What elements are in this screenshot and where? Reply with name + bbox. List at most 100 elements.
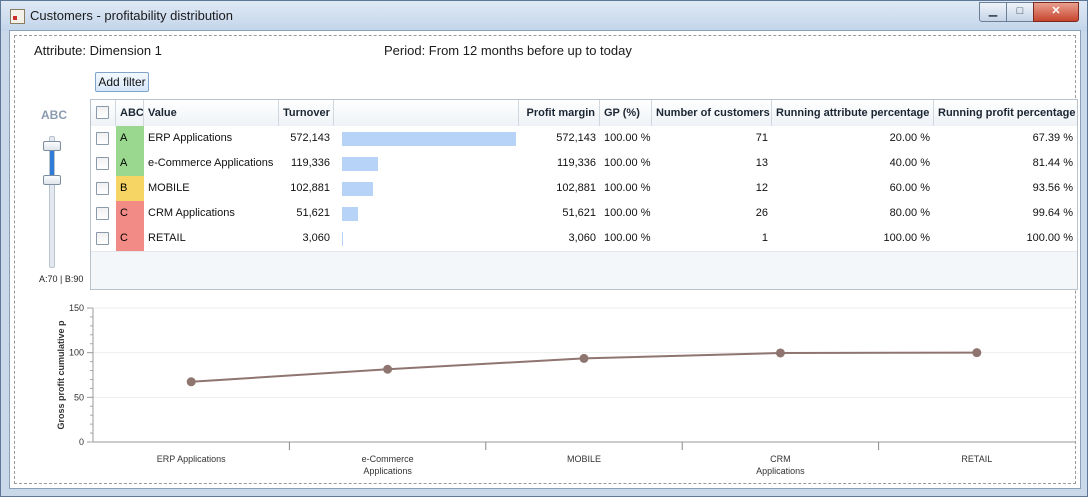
row-running-attribute: 100.00 % xyxy=(883,232,930,244)
row-checkbox[interactable] xyxy=(96,132,109,145)
content-frame: Attribute: Dimension 1 Period: From 12 m… xyxy=(14,35,1078,484)
y-tick-label: 150 xyxy=(69,303,84,313)
row-customers: 13 xyxy=(755,157,768,169)
client-area: Attribute: Dimension 1 Period: From 12 m… xyxy=(9,30,1081,489)
abc-class-badge: C xyxy=(116,201,144,226)
header-gp[interactable]: GP (%) xyxy=(600,100,652,126)
header-turnover-bar xyxy=(334,100,519,126)
row-turnover: 51,621 xyxy=(296,207,330,219)
data-point xyxy=(383,364,393,374)
title-bar[interactable]: Customers - profitability distribution ▁… xyxy=(1,1,1087,31)
row-turnover: 119,336 xyxy=(291,157,330,169)
row-gp: 100.00 % xyxy=(604,207,651,219)
row-checkbox[interactable] xyxy=(96,207,109,220)
header-turnover[interactable]: Turnover xyxy=(279,100,334,126)
row-profit-margin: 51,621 xyxy=(562,207,596,219)
abc-slider-readout: A:70 | B:90 xyxy=(39,274,84,284)
row-turnover: 102,881 xyxy=(290,182,330,194)
turnover-bar xyxy=(342,157,378,171)
row-customers: 71 xyxy=(755,132,768,144)
y-tick-label: 50 xyxy=(74,392,84,402)
header-value[interactable]: Value xyxy=(144,100,279,126)
abc-class-badge: B xyxy=(116,176,144,201)
row-running-profit: 99.64 % xyxy=(1032,207,1073,219)
add-filter-button[interactable]: Add filter xyxy=(95,72,149,92)
data-point xyxy=(186,377,196,387)
row-checkbox[interactable] xyxy=(96,232,109,245)
data-point xyxy=(972,348,982,358)
row-running-profit: 93.56 % xyxy=(1032,182,1073,194)
turnover-bar xyxy=(342,132,516,146)
row-gp: 100.00 % xyxy=(604,157,651,169)
attribute-label: Attribute: Dimension 1 xyxy=(34,43,162,58)
table-row[interactable]: B MOBILE 102,881 102,881 100.00 % 12 60.00 % 93… xyxy=(91,176,1077,202)
row-value: ERP Applications xyxy=(148,132,233,144)
row-profit-margin: 102,881 xyxy=(556,182,596,194)
row-checkbox[interactable] xyxy=(96,157,109,170)
y-tick-label: 100 xyxy=(69,348,84,358)
row-turnover: 572,143 xyxy=(290,132,330,144)
x-tick-label: ERP Applications xyxy=(157,454,226,464)
table-row[interactable]: Ae-Commerce Applications 119,336 119,336 10… xyxy=(91,151,1077,177)
row-running-attribute: 20.00 % xyxy=(889,132,930,144)
abc-class-badge: C xyxy=(116,226,144,251)
row-customers: 12 xyxy=(755,182,768,194)
header-running-attribute[interactable]: Running attribute percentage xyxy=(772,100,934,126)
minimize-button[interactable]: ▁ xyxy=(979,2,1007,22)
row-value: RETAIL xyxy=(148,232,186,244)
select-all-checkbox[interactable] xyxy=(96,106,109,119)
data-point xyxy=(775,348,785,358)
abc-class-badge: A xyxy=(116,151,144,176)
abc-slider-thumb-b[interactable] xyxy=(43,175,61,185)
row-gp: 100.00 % xyxy=(604,132,651,144)
table-row[interactable]: C RETAIL 3,060 3,060 100.00 % 1 100.00 % 100.00… xyxy=(91,226,1077,252)
y-axis-title: Gross profit cumulative p xyxy=(56,320,66,430)
table-header: ABC Value Turnover Profit margin GP (%) … xyxy=(91,100,1077,127)
chart-svg: 0 50 100 150Gross profit cumulative p ERP Ap… xyxy=(56,303,1075,476)
app-icon xyxy=(10,9,25,24)
header-customers[interactable]: Number of customers xyxy=(652,100,772,126)
row-running-attribute: 80.00 % xyxy=(889,207,930,219)
row-value: MOBILE xyxy=(148,182,190,194)
x-tick-label: MOBILE xyxy=(567,454,601,464)
row-gp: 100.00 % xyxy=(604,232,651,244)
header-abc[interactable]: ABC xyxy=(116,100,144,126)
profitability-table: ABC Value Turnover Profit margin GP (%) … xyxy=(90,99,1078,290)
abc-slider-range xyxy=(50,148,54,176)
row-profit-margin: 572,143 xyxy=(556,132,596,144)
data-point xyxy=(579,353,589,363)
abc-slider-thumb-a[interactable] xyxy=(43,141,61,151)
window-title: Customers - profitability distribution xyxy=(30,8,234,23)
turnover-bar xyxy=(342,207,358,221)
header-select-all[interactable] xyxy=(91,100,116,126)
app-window: Customers - profitability distribution ▁… xyxy=(0,0,1088,497)
row-running-profit: 100.00 % xyxy=(1026,232,1073,244)
x-tick-label: e-Commerce Applications xyxy=(362,454,414,476)
header-profit-margin[interactable]: Profit margin xyxy=(519,100,600,126)
close-button[interactable]: ✕ xyxy=(1033,2,1079,22)
row-running-profit: 81.44 % xyxy=(1032,157,1073,169)
row-turnover: 3,060 xyxy=(302,232,330,244)
table-row[interactable]: A ERP Applications 572,143 572,143 100.00 % 7… xyxy=(91,126,1077,152)
abc-slider-label: ABC xyxy=(41,108,67,122)
maximize-button[interactable]: □ xyxy=(1006,2,1034,22)
row-checkbox[interactable] xyxy=(96,182,109,195)
abc-class-badge: A xyxy=(116,126,144,151)
x-tick-label: CRM Applications xyxy=(756,454,805,476)
row-customers: 26 xyxy=(755,207,768,219)
row-value: CRM Applications xyxy=(148,207,235,219)
row-running-attribute: 40.00 % xyxy=(889,157,930,169)
row-running-profit: 67.39 % xyxy=(1032,132,1073,144)
header-running-profit[interactable]: Running profit percentage xyxy=(934,100,1077,126)
cumulative-profit-chart: 0 50 100 150 Gross profit cumulative p ERP Ap… xyxy=(45,301,1080,481)
row-profit-margin: 3,060 xyxy=(568,232,596,244)
x-tick-label: RETAIL xyxy=(961,454,992,464)
row-value: e-Commerce Applications xyxy=(148,157,274,169)
row-running-attribute: 60.00 % xyxy=(889,182,930,194)
row-profit-margin: 119,336 xyxy=(557,157,596,169)
table-row[interactable]: C CRM Applications 51,621 51,621 100.00 % 26 8… xyxy=(91,201,1077,227)
turnover-bar xyxy=(342,232,343,246)
row-gp: 100.00 % xyxy=(604,182,651,194)
turnover-bar xyxy=(342,182,373,196)
y-tick-label: 0 xyxy=(79,437,84,447)
